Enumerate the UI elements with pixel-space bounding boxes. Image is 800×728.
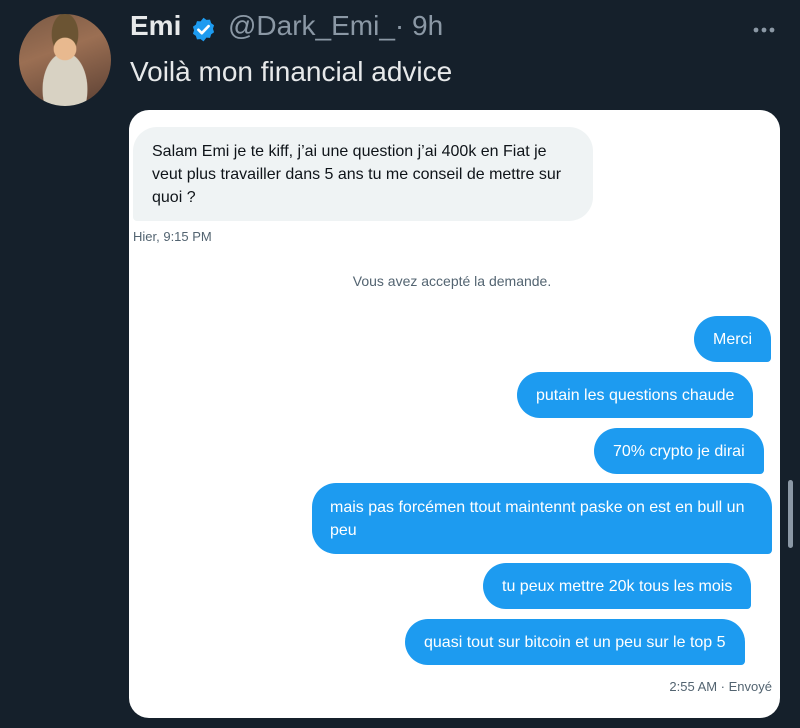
outgoing-message-text: 70% crypto je dirai xyxy=(613,442,745,460)
handle-text[interactable]: @Dark_Emi_ xyxy=(228,10,395,41)
scrollbar[interactable] xyxy=(788,480,793,548)
tweet-text: Voilà mon financial advice xyxy=(130,56,453,87)
incoming-message: Salam Emi je te kiff, j’ai une question … xyxy=(133,127,593,221)
outgoing-message-text: quasi tout sur bitcoin et un peu sur le … xyxy=(424,633,726,651)
outgoing-message: putain les questions chaude xyxy=(517,372,754,418)
incoming-message-text: Salam Emi je te kiff, j’ai une question … xyxy=(152,142,562,206)
outgoing-message: 70% crypto je dirai xyxy=(594,428,764,474)
verified-badge-icon xyxy=(192,17,215,42)
system-note: Vous avez accepté la demande. xyxy=(352,273,552,289)
author-handle[interactable]: @Dark_Emi_· 9h xyxy=(228,10,443,42)
dm-screenshot[interactable]: Salam Emi je te kiff, j’ai une question … xyxy=(129,110,780,718)
outgoing-message-text: tu peux mettre 20k tous les mois xyxy=(502,577,733,595)
outgoing-message-text: putain les questions chaude xyxy=(536,386,735,404)
outgoing-message: tu peux mettre 20k tous les mois xyxy=(483,563,752,609)
outgoing-message: Merci xyxy=(694,316,772,362)
sent-status: 2:55 AM · Envoyé xyxy=(669,679,772,694)
avatar[interactable] xyxy=(19,14,111,106)
outgoing-message: mais pas forcémen ttout maintennt paske … xyxy=(312,483,772,554)
incoming-timestamp: Hier, 9:15 PM xyxy=(133,229,212,244)
author-name[interactable]: Emi xyxy=(130,10,181,42)
outgoing-message-text: Merci xyxy=(713,330,753,348)
more-options-icon[interactable] xyxy=(748,14,780,46)
post-time[interactable]: · 9h xyxy=(395,10,443,41)
outgoing-message-text: mais pas forcémen ttout maintennt paske … xyxy=(330,498,745,539)
outgoing-message: quasi tout sur bitcoin et un peu sur le … xyxy=(405,619,745,665)
